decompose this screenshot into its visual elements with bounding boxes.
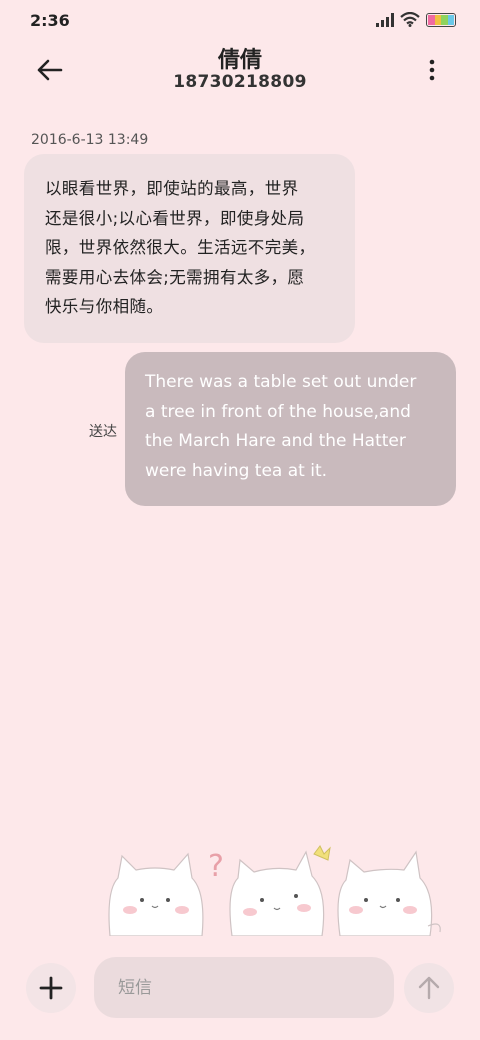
message-line: 还是很小;以心看世界，即使身处局 (45, 208, 305, 228)
message-input-box[interactable] (94, 957, 394, 1018)
signal-icon (376, 12, 394, 27)
arrow-up-icon (418, 976, 440, 1000)
message-line: 限，世界依然很大。生活远不完美， (45, 238, 316, 257)
send-button[interactable] (404, 963, 454, 1013)
delivery-status: 送达 (89, 424, 117, 440)
message-line: 需要用心去体会;无需拥有太多，愿 (45, 267, 305, 287)
incoming-message-bubble[interactable]: 以眼看世界，即使站的最高，世界 还是很小;以心看世界，即使身处局 限，世界依然很… (24, 154, 355, 343)
status-bar: 2:36 (0, 0, 480, 40)
contact-number: 18730218809 (173, 72, 307, 92)
message-line: There was a table set out under (145, 372, 417, 392)
outgoing-message-bubble[interactable]: There was a table set out under a tree i… (125, 352, 456, 506)
message-timestamp: 2016-6-13 13:49 (31, 132, 149, 148)
conversation-header: 倩倩 18730218809 (0, 40, 480, 100)
message-line: 快乐与你相随。 (45, 297, 164, 316)
cat-right (337, 850, 441, 936)
svg-text:?: ? (208, 849, 224, 884)
cat-left (108, 852, 204, 936)
more-vertical-icon (429, 59, 435, 81)
message-line: a tree in front of the house,and (145, 401, 411, 422)
add-attachment-button[interactable] (26, 963, 76, 1013)
cats-illustration: ? (108, 845, 441, 936)
message-line: were having tea at it. (145, 460, 328, 481)
status-icons (376, 12, 456, 27)
battery-icon (426, 12, 456, 27)
compose-bar (0, 950, 480, 1040)
contact-name: 倩倩 (217, 48, 262, 73)
wifi-icon (400, 12, 420, 27)
more-options-button[interactable] (422, 54, 442, 86)
plus-icon (39, 976, 63, 1000)
message-input[interactable] (94, 957, 394, 1018)
message-line: 以眼看世界，即使站的最高，世界 (45, 179, 299, 198)
status-time: 2:36 (30, 11, 70, 30)
message-line: the March Hare and the Hatter (145, 431, 406, 451)
cat-middle (229, 850, 325, 936)
